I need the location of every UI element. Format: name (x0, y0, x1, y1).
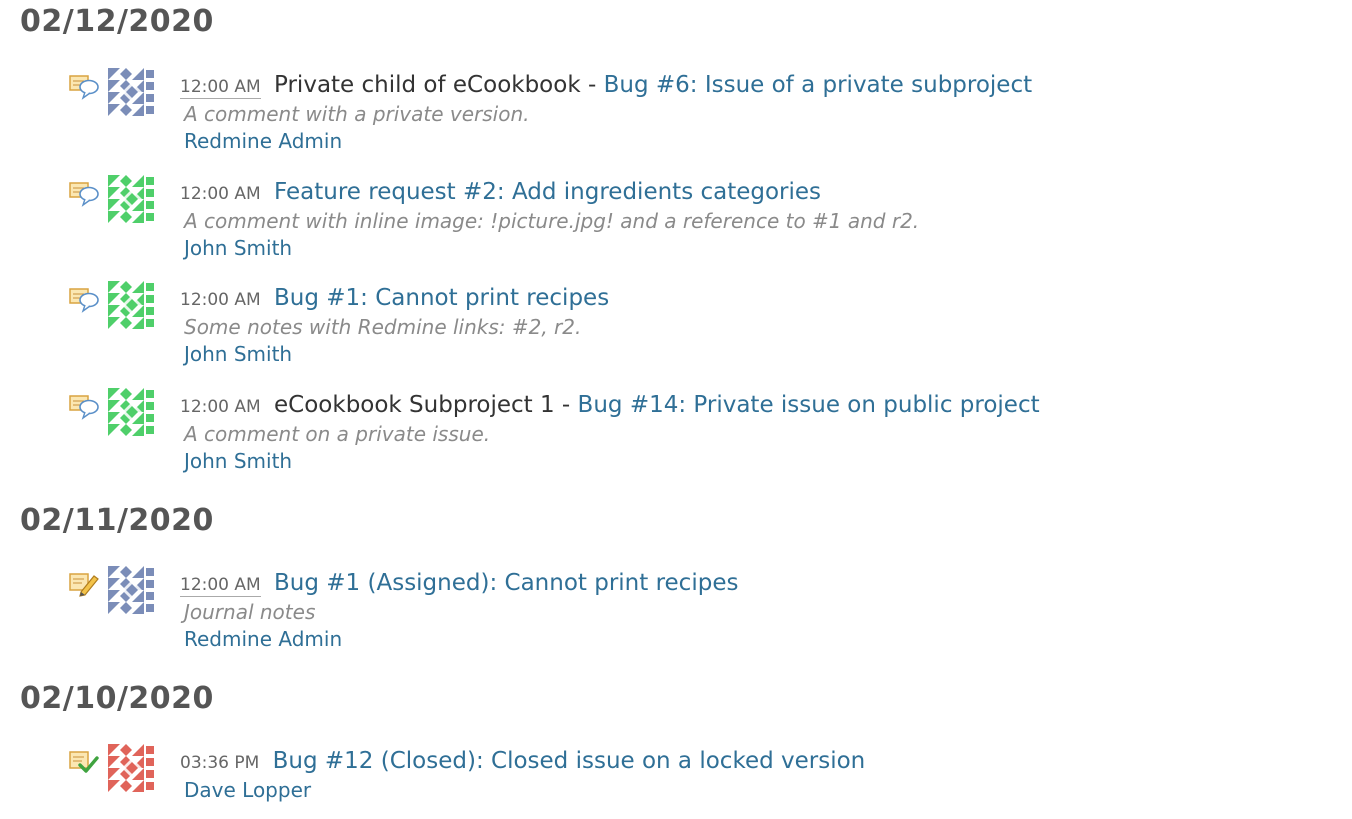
issue-link[interactable]: Feature request #2: Add ingredients cate… (274, 179, 821, 205)
day-heading: 02/11/2020 (20, 503, 214, 538)
day-heading: 02/12/2020 (20, 4, 214, 39)
avatar (108, 175, 156, 223)
avatar (108, 388, 156, 436)
event-description: A comment on a private issue. (184, 422, 491, 446)
event-project: eCookbook Subproject 1 (274, 392, 555, 418)
event-title-line: 12:00 AM Feature request #2: Add ingredi… (180, 175, 821, 211)
edit-note-icon (68, 570, 100, 600)
event-title-line: 12:00 AM Private child of eCookbook - Bu… (180, 68, 1032, 102)
day-heading: 02/10/2020 (20, 681, 214, 716)
author-link[interactable]: Dave Lopper (184, 776, 311, 804)
issue-link[interactable]: Bug #1: Cannot print recipes (274, 285, 609, 311)
event-time: 12:00 AM (180, 397, 261, 417)
author-link[interactable]: Redmine Admin (184, 625, 342, 653)
issue-link[interactable]: Bug #14: Private issue on public project (578, 392, 1040, 418)
avatar (108, 744, 156, 792)
issue-link[interactable]: Bug #12 (Closed): Closed issue on a lock… (273, 748, 866, 774)
event-time: 12:00 AM (180, 575, 261, 597)
activity-event: 12:00 AM Bug #1: Cannot print recipes So… (68, 281, 1328, 373)
activity-event: 12:00 AM Bug #1 (Assigned): Cannot print… (68, 566, 1328, 658)
event-title-line: 12:00 AM eCookbook Subproject 1 - Bug #1… (180, 388, 1040, 424)
author-link[interactable]: John Smith (184, 447, 292, 475)
activity-event: 12:00 AM Feature request #2: Add ingredi… (68, 175, 1328, 267)
comment-icon (68, 392, 100, 422)
event-description: A comment with inline image: !picture.jp… (184, 209, 920, 233)
author-link[interactable]: John Smith (184, 340, 292, 368)
event-description: Some notes with Redmine links: #2, r2. (184, 315, 582, 339)
author-link[interactable]: John Smith (184, 234, 292, 262)
activity-list: 02/12/2020 12:00 AM Private child of eCo… (0, 0, 1352, 819)
comment-icon (68, 285, 100, 315)
event-description: A comment with a private version. (184, 102, 530, 126)
avatar (108, 566, 156, 614)
event-project: Private child of eCookbook (274, 72, 581, 98)
event-separator: - (587, 72, 597, 98)
event-title-line: 12:00 AM Bug #1 (Assigned): Cannot print… (180, 566, 738, 600)
event-time: 12:00 AM (180, 77, 261, 99)
event-title-line: 12:00 AM Bug #1: Cannot print recipes (180, 281, 609, 317)
comment-icon (68, 179, 100, 209)
event-time: 12:00 AM (180, 290, 261, 310)
issue-closed-icon (68, 748, 100, 778)
event-title-line: 03:36 PM Bug #12 (Closed): Closed issue … (180, 744, 865, 780)
issue-link[interactable]: Bug #1 (Assigned): Cannot print recipes (274, 570, 738, 596)
activity-event: 03:36 PM Bug #12 (Closed): Closed issue … (68, 744, 1328, 808)
avatar (108, 68, 156, 116)
event-time: 03:36 PM (180, 753, 260, 773)
event-time: 12:00 AM (180, 184, 261, 204)
activity-event: 12:00 AM Private child of eCookbook - Bu… (68, 68, 1328, 160)
event-separator: - (561, 392, 571, 418)
avatar (108, 281, 156, 329)
comment-icon (68, 72, 100, 102)
issue-link[interactable]: Bug #6: Issue of a private subproject (604, 72, 1033, 98)
activity-event: 12:00 AM eCookbook Subproject 1 - Bug #1… (68, 388, 1328, 480)
author-link[interactable]: Redmine Admin (184, 127, 342, 155)
event-description: Journal notes (184, 600, 316, 624)
